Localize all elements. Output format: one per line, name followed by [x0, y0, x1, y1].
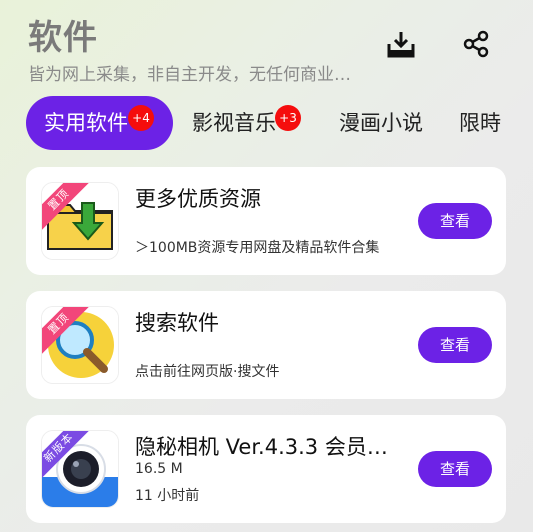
view-button[interactable]: 查看: [418, 203, 492, 239]
tab-badge: +3: [275, 105, 301, 131]
tab-limited[interactable]: 限時: [459, 96, 501, 150]
app-name: 更多优质资源: [135, 187, 261, 211]
app-update-time: 11 小时前: [135, 488, 200, 504]
view-button[interactable]: 查看: [418, 451, 492, 487]
app-description: ＞100MB资源专用网盘及精品软件合集: [135, 240, 380, 256]
app-name: 隐秘相机 Ver.4.3.3 会员版…: [135, 435, 400, 459]
app-card[interactable]: 新版本 隐秘相机 Ver.4.3.3 会员版… 16.5 M 11 小时前 查看: [26, 415, 506, 523]
tab-label: 限時: [459, 111, 501, 135]
app-card[interactable]: 置顶 搜索软件 点击前往网页版·搜文件 查看: [26, 291, 506, 399]
app-size: 16.5 M: [135, 461, 183, 477]
folder-download-icon: 置顶: [41, 182, 119, 260]
download-tray-icon[interactable]: [383, 26, 419, 62]
view-button[interactable]: 查看: [418, 327, 492, 363]
tab-comics-novels[interactable]: 漫画小说: [339, 96, 423, 150]
app-name: 搜索软件: [135, 311, 219, 335]
app-card[interactable]: 置顶 更多优质资源 ＞100MB资源专用网盘及精品软件合集 查看: [26, 167, 506, 275]
magnifier-icon: 置顶: [41, 306, 119, 384]
page-title: 软件: [28, 18, 98, 58]
tab-label: 实用软件: [44, 111, 128, 135]
category-tabs: 实用软件 +4 影视音乐 +3 漫画小说 限時: [0, 96, 533, 152]
camera-icon: 新版本: [41, 430, 119, 508]
page-header: 软件 皆为网上采集，非自主开发，无任何商业…: [0, 0, 533, 95]
tab-video-music[interactable]: 影视音乐: [192, 96, 276, 150]
app-description: 点击前往网页版·搜文件: [135, 364, 280, 380]
tab-label: 漫画小说: [339, 111, 423, 135]
page-subtitle: 皆为网上采集，非自主开发，无任何商业…: [28, 65, 351, 85]
tab-badge: +4: [128, 105, 154, 131]
share-icon[interactable]: [458, 26, 494, 62]
tab-label: 影视音乐: [192, 111, 276, 135]
